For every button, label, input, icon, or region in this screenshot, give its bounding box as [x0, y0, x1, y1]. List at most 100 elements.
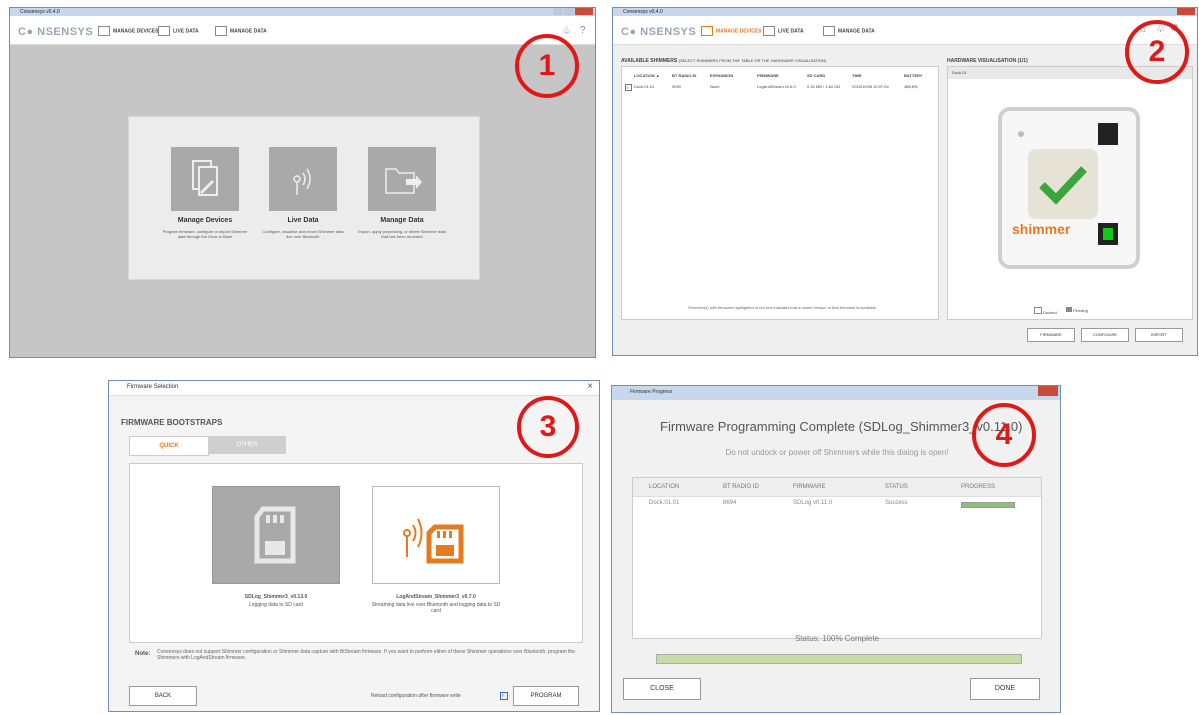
nav-manage-devices[interactable]: MANAGE DEVICES	[98, 26, 159, 36]
nav-live-data[interactable]: LIVE DATA	[158, 26, 199, 36]
window-title-bar: Firmware Selection ×	[109, 381, 599, 396]
note-label: Note:	[135, 651, 151, 657]
firmware-card-sdlog[interactable]: SDLog_Shimmer3_v0.13.0 Logging data to S…	[212, 486, 340, 614]
shimmers-title: AVAILABLE SHIMMERS (SELECT SHIMMERS FROM…	[621, 58, 827, 64]
signal-icon	[763, 26, 775, 36]
tab-other[interactable]: OTHER	[208, 436, 286, 454]
column-header[interactable]: SD CARD	[807, 73, 825, 78]
dock-label: Dock.01	[952, 70, 967, 75]
table-row[interactable]: Dock.01.01 8694 SDLog v0.11.0 Success	[633, 498, 1041, 508]
maximize-button[interactable]	[564, 8, 574, 15]
reload-label: Reload configuration after firmware writ…	[371, 693, 461, 699]
cell-location: Dock.01.01	[634, 84, 655, 89]
column-header: STATUS	[885, 484, 908, 490]
configure-button[interactable]: CONFIGURE	[1081, 328, 1129, 342]
tab-label: OTHER	[236, 442, 258, 448]
window-title: Consensys v0.4.0	[623, 9, 663, 15]
device-icon	[98, 26, 110, 36]
cell-firmware: LogAndStream v0.6.0	[757, 84, 796, 89]
firmware-card-logandstream[interactable]: LogAndStream_Shimmer3_v0.7.0 Streaming d…	[372, 486, 500, 626]
close-window-button[interactable]	[1177, 8, 1195, 15]
tile-manage-devices[interactable]: Manage Devices Program firmware, configu…	[141, 147, 247, 272]
dock-button-icon	[1098, 123, 1118, 145]
nav-label: MANAGE DATA	[230, 28, 267, 35]
cell-bt-radio-id: 9090	[672, 84, 681, 89]
consensys-logo: C● NSENSYS	[621, 26, 697, 38]
device-icon	[701, 26, 713, 36]
section-heading: FIRMWARE BOOTSTRAPS	[121, 418, 223, 427]
shimmers-table: LOCATION ▲ BT RADIO ID EXPANSION FIRMWAR…	[621, 66, 939, 320]
table-header: LOCATION BT RADIO ID FIRMWARE STATUS PRO…	[633, 478, 1041, 497]
nav-manage-data[interactable]: MANAGE DATA	[215, 26, 267, 36]
progress-table: LOCATION BT RADIO ID FIRMWARE STATUS PRO…	[632, 477, 1042, 639]
dialog-title: Firmware Programming Complete (SDLog_Shi…	[660, 419, 1023, 434]
shimmers-hint: (SELECT SHIMMERS FROM THE TABLE OR THE H…	[678, 58, 827, 63]
legend-docked: Docked	[1034, 307, 1057, 315]
reload-checkbox[interactable]: ✓	[500, 692, 508, 700]
column-header: PROGRESS	[961, 484, 996, 490]
close-window-button[interactable]	[1038, 386, 1058, 396]
column-header[interactable]: EXPANSION	[710, 73, 733, 78]
folder-icon	[823, 26, 835, 36]
close-window-button[interactable]	[575, 8, 593, 15]
tile-description: Program firmware, configure or import Sh…	[162, 229, 248, 239]
hardware-panel: Dock.01 shimmer Docked Pending	[947, 66, 1193, 320]
stream-sd-icon	[372, 486, 500, 584]
column-header[interactable]: LOCATION ▲	[634, 73, 660, 78]
dock-status-icon	[1098, 223, 1118, 245]
tab-quick[interactable]: QUICK	[129, 436, 209, 456]
bell-icon[interactable]: ♧	[562, 26, 571, 37]
window-title: Consensys v0.4.0	[20, 9, 60, 15]
cell-bt-radio-id: 8694	[723, 500, 737, 506]
cell-time: 2015/10/08 10:07:04	[852, 84, 889, 89]
table-row[interactable]: ✓ Dock.01.01 9090 None LogAndStream v0.6…	[624, 83, 934, 91]
folder-export-icon	[368, 147, 436, 211]
overall-progress-bar	[656, 654, 1022, 664]
minimize-button[interactable]	[553, 8, 563, 15]
tile-manage-data[interactable]: Manage Data Export, apply processing, or…	[338, 147, 466, 272]
app-toolbar: C● NSENSYS MANAGE DEVICES LIVE DATA MANA…	[10, 16, 595, 45]
nav-live-data[interactable]: LIVE DATA	[763, 26, 804, 36]
column-header: BT RADIO ID	[723, 484, 759, 490]
shimmer-device-icon	[1028, 149, 1098, 219]
legend-pending: Pending	[1066, 307, 1088, 313]
nav-label: LIVE DATA	[173, 28, 199, 35]
firmware-button[interactable]: FIRMWARE	[1027, 328, 1075, 342]
signal-icon	[158, 26, 170, 36]
cell-location: Dock.01.01	[649, 500, 680, 506]
step-marker-2: 2	[1125, 20, 1189, 84]
column-header[interactable]: BATTERY	[904, 73, 922, 78]
device-wrench-icon	[171, 147, 239, 211]
home-card: Manage Devices Program firmware, configu…	[128, 116, 480, 280]
nav-manage-data[interactable]: MANAGE DATA	[823, 26, 875, 36]
firmware-card-area: SDLog_Shimmer3_v0.13.0 Logging data to S…	[129, 463, 583, 643]
firmware-note: Shimmer(s) with firmware highlighted in …	[687, 305, 877, 310]
help-icon[interactable]: ?	[580, 25, 586, 36]
row-progress-bar	[961, 502, 1015, 508]
back-button[interactable]: BACK	[129, 686, 197, 706]
done-button[interactable]: DONE	[970, 678, 1040, 700]
step-marker-1: 1	[515, 34, 579, 98]
import-button[interactable]: IMPORT	[1135, 328, 1183, 342]
nav-label: MANAGE DATA	[838, 28, 875, 35]
column-header[interactable]: FIRMWARE	[757, 73, 779, 78]
cell-sd-card: 0.34 MB / 1.84 GB	[807, 84, 840, 89]
column-header: FIRMWARE	[793, 484, 826, 490]
step-marker-3: 3	[517, 396, 579, 458]
window-title-bar: Firmware Progress	[612, 386, 1060, 400]
program-button[interactable]: PROGRAM	[513, 686, 579, 706]
tab-label: QUICK	[159, 443, 179, 449]
column-header[interactable]: BT RADIO ID	[672, 73, 696, 78]
dock-led-icon	[1018, 131, 1024, 137]
row-checkbox[interactable]: ✓	[625, 84, 632, 91]
folder-icon	[215, 26, 227, 36]
dock-visual[interactable]: shimmer	[998, 107, 1140, 269]
column-header[interactable]: TIME	[852, 73, 862, 78]
cell-firmware: SDLog v0.11.0	[793, 500, 833, 506]
firmware-description: Logging data to SD card	[249, 602, 303, 608]
shimmer-logo: shimmer	[1012, 221, 1071, 237]
close-button[interactable]: CLOSE	[623, 678, 701, 700]
note-text: Consensys does not support Shimmer confi…	[157, 649, 575, 661]
close-icon[interactable]: ×	[587, 381, 593, 392]
nav-manage-devices[interactable]: MANAGE DEVICES	[701, 26, 762, 36]
